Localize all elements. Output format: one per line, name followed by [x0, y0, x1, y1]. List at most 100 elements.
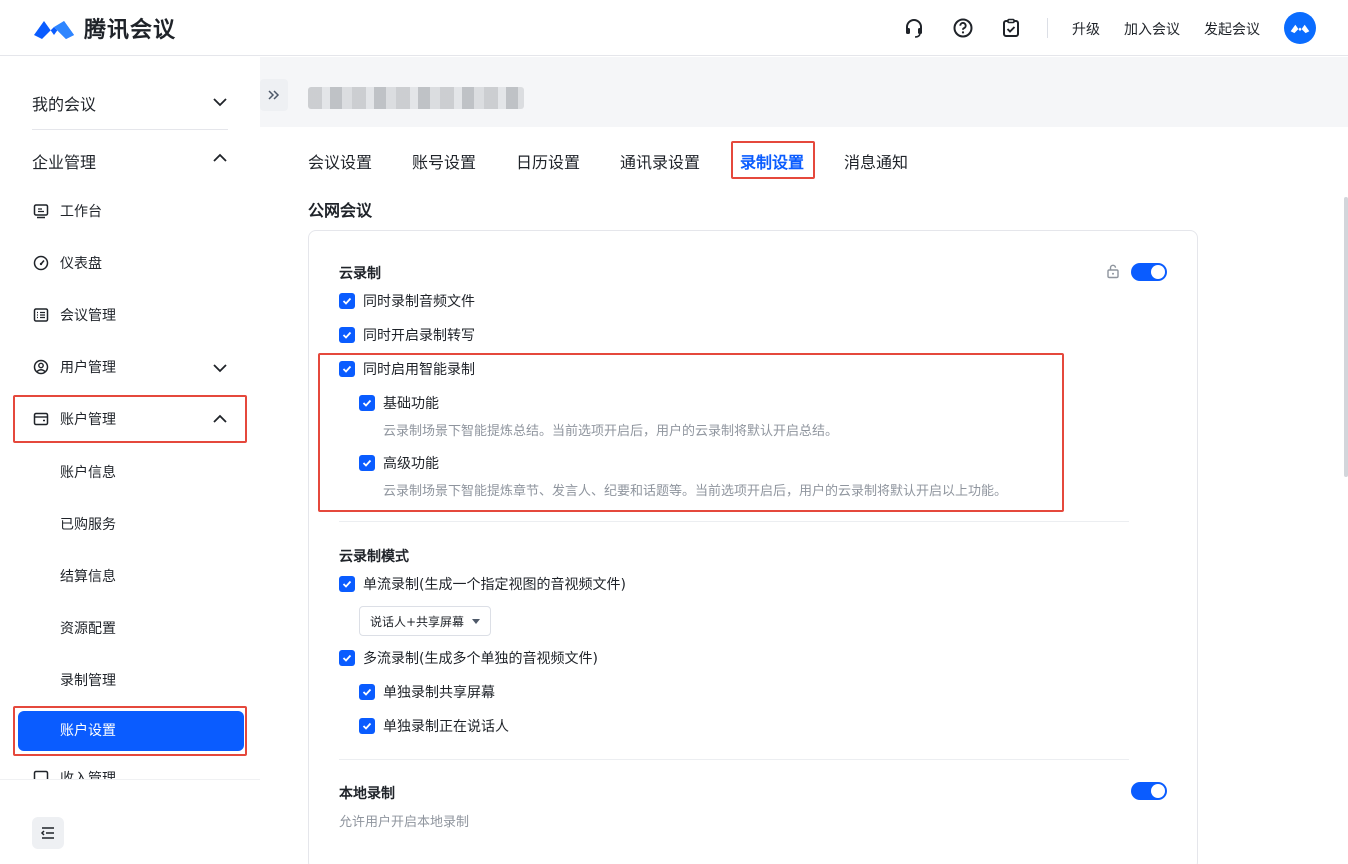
tab-contacts-settings[interactable]: 通讯录设置: [620, 149, 700, 173]
cloud-recording-mode-title: 云录制模式: [339, 549, 409, 565]
start-meeting-link[interactable]: 发起会议: [1204, 19, 1260, 39]
sidebar-item-label: 仪表盘: [60, 256, 102, 272]
checkbox-checked[interactable]: [359, 395, 375, 411]
checkbox-label: 同时录制音频文件: [363, 294, 475, 310]
avatar-logo-icon: [1290, 24, 1310, 34]
tab-calendar-settings[interactable]: 日历设置: [516, 149, 580, 173]
sidebar-item-meeting-management[interactable]: 会议管理: [32, 301, 232, 329]
sidebar-subitem-billing-info[interactable]: 结算信息: [60, 566, 116, 586]
tab-meeting-settings[interactable]: 会议设置: [308, 149, 372, 173]
scrollbar[interactable]: [1344, 197, 1348, 477]
tencent-meeting-logo-icon: [34, 21, 74, 39]
cloud-recording-title: 云录制: [339, 266, 381, 282]
checkbox-checked[interactable]: [339, 293, 355, 309]
checkbox-checked[interactable]: [339, 327, 355, 343]
sidebar-subitem-resource-config[interactable]: 资源配置: [60, 618, 116, 638]
clipboard-check-icon[interactable]: [1000, 17, 1022, 39]
basic-feature-checkbox-row[interactable]: 基础功能: [359, 393, 439, 413]
double-chevron-right-icon: [268, 90, 280, 100]
sidebar-item-label: 账户管理: [60, 412, 116, 428]
sidebar: 我的会议 企业管理 工作台 仪表盘 会议管理 用户管理 账户管理 账户信息 已购…: [0, 57, 260, 864]
checkbox-label: 单独录制共享屏幕: [383, 685, 495, 701]
chevron-up-icon[interactable]: [212, 150, 228, 166]
checkbox-checked[interactable]: [359, 718, 375, 734]
chevron-up-icon[interactable]: [212, 411, 228, 427]
checkbox-label: 同时开启录制转写: [363, 328, 475, 344]
tab-account-settings[interactable]: 账号设置: [412, 149, 476, 173]
sidebar-item-label: 用户管理: [60, 360, 116, 376]
caret-down-icon: [472, 618, 481, 624]
help-icon[interactable]: [952, 17, 974, 39]
advanced-feature-description: 云录制场景下智能提炼章节、发言人、纪要和话题等。当前选项开启后，用户的云录制将默…: [383, 484, 1008, 499]
checkbox-label: 基础功能: [383, 396, 439, 412]
local-recording-toggle[interactable]: [1131, 782, 1167, 800]
checkbox-label: 同时启用智能录制: [363, 362, 475, 378]
checkbox-label: 高级功能: [383, 456, 439, 472]
chevron-down-icon[interactable]: [212, 360, 228, 376]
checkbox-checked[interactable]: [339, 361, 355, 377]
transcript-checkbox-row[interactable]: 同时开启录制转写: [339, 325, 475, 345]
avatar[interactable]: [1284, 12, 1316, 44]
unlock-icon[interactable]: [1105, 263, 1121, 279]
checkbox-label: 多流录制(生成多个单独的音视频文件): [363, 651, 598, 667]
sidebar-item-label: 工作台: [60, 204, 102, 220]
active-speaker-checkbox-row[interactable]: 单独录制正在说话人: [359, 716, 509, 736]
section-title: 公网会议: [308, 201, 373, 220]
view-layout-select[interactable]: 说话人+共享屏幕: [359, 606, 492, 636]
user-circle-icon: [32, 358, 50, 376]
collapse-sidebar-button[interactable]: [32, 817, 64, 849]
list-icon: [32, 306, 50, 324]
sidebar-subitem-purchased-services[interactable]: 已购服务: [60, 514, 116, 534]
smart-recording-checkbox-row[interactable]: 同时启用智能录制: [339, 359, 475, 379]
workbench-icon: [32, 202, 50, 220]
checkbox-label: 单独录制正在说话人: [383, 719, 509, 735]
header-divider: [1047, 18, 1048, 38]
settings-card: 云录制 同时录制音频文件 同时开启录制转写 同时启用智能录制 基础功能 云录制场…: [308, 230, 1198, 864]
sidebar-subitem-account-settings[interactable]: 账户设置: [18, 711, 244, 751]
partial-item-icon: [32, 768, 50, 779]
multi-stream-checkbox-row[interactable]: 多流录制(生成多个单独的音视频文件): [339, 648, 598, 668]
select-value: 说话人+共享屏幕: [370, 614, 465, 629]
cloud-recording-toggle[interactable]: [1131, 263, 1167, 281]
sidebar-item-label: 收入管理: [60, 771, 116, 779]
collapse-menu-icon: [40, 827, 54, 839]
checkbox-checked[interactable]: [359, 455, 375, 471]
upgrade-link[interactable]: 升级: [1072, 19, 1100, 39]
wallet-icon: [32, 410, 50, 428]
sidebar-divider: [32, 129, 228, 130]
sidebar-footer: [0, 779, 260, 864]
chevron-down-icon[interactable]: [212, 94, 228, 110]
gauge-icon: [32, 254, 50, 272]
sidebar-item-dashboard[interactable]: 仪表盘: [32, 249, 232, 277]
headset-icon[interactable]: [903, 17, 925, 39]
single-stream-checkbox-row[interactable]: 单流录制(生成一个指定视图的音视频文件): [339, 574, 626, 594]
sidebar-group-my-meetings[interactable]: 我的会议: [32, 91, 96, 115]
share-screen-checkbox-row[interactable]: 单独录制共享屏幕: [359, 682, 495, 702]
local-recording-title: 本地录制: [339, 786, 395, 802]
sidebar-item-workbench[interactable]: 工作台: [32, 197, 232, 225]
sidebar-item-income-management[interactable]: 收入管理: [32, 768, 232, 779]
expand-button[interactable]: [260, 79, 288, 111]
checkbox-label: 单流录制(生成一个指定视图的音视频文件): [363, 577, 626, 593]
app-name: 腾讯会议: [84, 18, 177, 43]
top-header: 腾讯会议 升级 加入会议 发起会议: [0, 0, 1348, 56]
sidebar-subitem-account-info[interactable]: 账户信息: [60, 462, 116, 482]
sidebar-group-enterprise[interactable]: 企业管理: [32, 149, 96, 173]
advanced-feature-checkbox-row[interactable]: 高级功能: [359, 453, 439, 473]
section-divider: [339, 759, 1129, 760]
local-recording-description: 允许用户开启本地录制: [339, 815, 470, 830]
main-content: 会议设置 账号设置 日历设置 通讯录设置 录制设置 消息通知 公网会议 云录制 …: [260, 57, 1348, 864]
checkbox-checked[interactable]: [359, 684, 375, 700]
redacted-company-name: [308, 87, 524, 109]
tab-message-notifications[interactable]: 消息通知: [844, 149, 908, 173]
tab-recording-settings[interactable]: 录制设置: [740, 149, 805, 179]
basic-feature-description: 云录制场景下智能提炼总结。当前选项开启后，用户的云录制将默认开启总结。: [383, 424, 839, 439]
sidebar-subitem-recording-management[interactable]: 录制管理: [60, 670, 116, 690]
join-meeting-link[interactable]: 加入会议: [1124, 19, 1180, 39]
audio-file-checkbox-row[interactable]: 同时录制音频文件: [339, 291, 475, 311]
sidebar-item-user-management[interactable]: 用户管理: [32, 353, 232, 381]
checkbox-checked[interactable]: [339, 650, 355, 666]
sidebar-item-account-management[interactable]: 账户管理: [32, 405, 232, 433]
checkbox-checked[interactable]: [339, 576, 355, 592]
app-logo[interactable]: 腾讯会议: [32, 12, 176, 44]
